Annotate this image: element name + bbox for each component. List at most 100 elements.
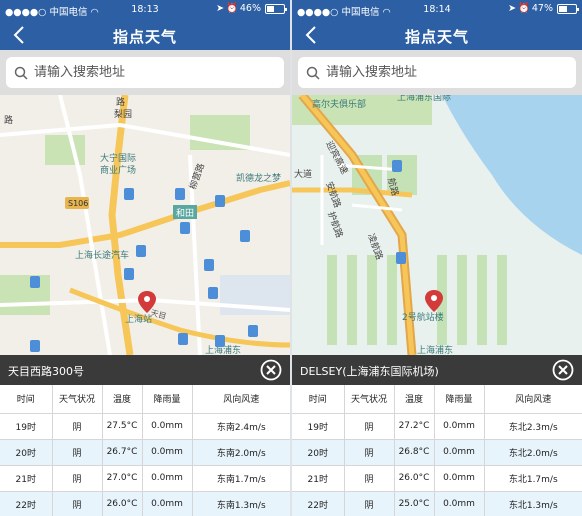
cell-temp: 25.0°C (393, 490, 434, 516)
phone-screen-left: ●●●●○ 中国电信 ◠ 18:13 ➤ ⏰ 46% 指点天气 请输入搜索地址 … (0, 0, 290, 516)
map-view[interactable]: 路 路 梨园 大宁国际 商业广场 柳营路 凯德龙之梦 S106 和田 上海长途汽… (0, 95, 290, 355)
cell-wind: 东北2.0m/s (483, 438, 582, 465)
table-header-row: 时间 天气状况 温度 降雨量 风向风速 (0, 385, 290, 414)
column-header: 降雨量 (141, 385, 192, 414)
search-input[interactable] (326, 65, 566, 80)
location-arrow-icon: ➤ (508, 3, 517, 14)
cell-time: 20时 (0, 438, 52, 465)
cell-temp: 26.8°C (393, 438, 434, 465)
map-label: 上海浦东国际 (397, 95, 451, 103)
column-header: 温度 (101, 385, 142, 414)
map-label: 路 (116, 96, 125, 108)
cell-temp: 27.0°C (101, 464, 142, 491)
cell-time: 22时 (0, 490, 52, 516)
cell-weather: 阴 (343, 412, 394, 439)
map-label: 大宁国际 (100, 152, 136, 164)
map-label: 上海浦东 (417, 344, 453, 355)
table-row: 21时 阴 26.0°C 0.0mm 东北1.7m/s (292, 464, 582, 491)
cell-wind: 东南2.0m/s (191, 438, 290, 465)
cell-temp: 27.5°C (101, 412, 142, 439)
location-arrow-icon: ➤ (216, 3, 225, 14)
cell-wind: 东南2.4m/s (191, 412, 290, 439)
map-canvas[interactable]: 路 路 梨园 大宁国际 商业广场 柳营路 凯德龙之梦 S106 和田 上海长途汽… (0, 95, 290, 355)
search-box[interactable] (6, 57, 284, 88)
map-label: 高尔夫俱乐部 (312, 98, 366, 110)
cell-temp: 26.7°C (101, 438, 142, 465)
map-label: 梨园 (114, 108, 132, 120)
cell-temp: 27.2°C (393, 412, 434, 439)
map-label: 2号航站楼 (402, 311, 444, 323)
location-bar: 天目西路300号 (0, 355, 290, 385)
table-row: 20时 阴 26.7°C 0.0mm 东南2.0m/s (0, 438, 290, 465)
weather-table: 时间 天气状况 温度 降雨量 风向风速 19时 阴 27.2°C 0.0mm 东… (292, 385, 582, 516)
cell-weather: 阴 (51, 412, 102, 439)
status-bar: ●●●●○ 中国电信 ◠ 18:14 ➤ ⏰ 47% (292, 0, 582, 20)
table-row: 22时 阴 26.0°C 0.0mm 东南1.3m/s (0, 490, 290, 516)
table-row: 20时 阴 26.8°C 0.0mm 东北2.0m/s (292, 438, 582, 465)
column-header: 天气状况 (343, 385, 394, 414)
table-row: 19时 阴 27.5°C 0.0mm 东南2.4m/s (0, 412, 290, 439)
search-area (292, 50, 582, 95)
cell-time: 19时 (0, 412, 52, 439)
cell-time: 21时 (292, 464, 344, 491)
cell-time: 21时 (0, 464, 52, 491)
table-header-row: 时间 天气状况 温度 降雨量 风向风速 (292, 385, 582, 414)
cell-weather: 阴 (343, 438, 394, 465)
page-title: 指点天气 (404, 28, 469, 46)
cell-rain: 0.0mm (433, 438, 484, 465)
weather-table: 时间 天气状况 温度 降雨量 风向风速 19时 阴 27.5°C 0.0mm 东… (0, 385, 290, 516)
cell-rain: 0.0mm (433, 490, 484, 516)
battery-icon (557, 3, 579, 14)
close-circle-icon[interactable] (552, 359, 574, 381)
column-header: 时间 (292, 385, 344, 414)
map-canvas[interactable]: 上海浦东国际 高尔夫俱乐部 迎宾高速 大道 安航路 航路 护航路 凌航路 2号航… (292, 95, 582, 355)
column-header: 降雨量 (433, 385, 484, 414)
column-header: 温度 (393, 385, 434, 414)
cell-rain: 0.0mm (141, 412, 192, 439)
map-label: 上海长途汽车 (75, 249, 129, 261)
alarm-icon: ⏰ (518, 3, 530, 14)
map-label: 大道 (294, 168, 312, 180)
table-row: 19时 阴 27.2°C 0.0mm 东北2.3m/s (292, 412, 582, 439)
battery-percent: 47% (531, 3, 553, 14)
column-header: 风向风速 (483, 385, 582, 414)
battery-percent: 46% (239, 3, 261, 14)
cell-temp: 26.0°C (393, 464, 434, 491)
close-circle-icon[interactable] (260, 359, 282, 381)
map-label: 上海站 (125, 313, 152, 325)
cell-wind: 东北1.3m/s (483, 490, 582, 516)
search-icon (306, 66, 320, 80)
navigation-bar: 指点天气 (0, 20, 290, 50)
map-label: 和田 (176, 208, 194, 219)
table-row: 22时 阴 25.0°C 0.0mm 东北1.3m/s (292, 490, 582, 516)
cell-wind: 东北1.7m/s (483, 464, 582, 491)
map-label: 商业广场 (100, 164, 136, 176)
navigation-bar: 指点天气 (292, 20, 582, 50)
search-box[interactable] (298, 57, 576, 88)
location-name: 天目西路300号 (8, 365, 84, 378)
map-label: 路 (4, 114, 13, 126)
cell-rain: 0.0mm (433, 464, 484, 491)
cell-rain: 0.0mm (141, 490, 192, 516)
cell-weather: 阴 (51, 464, 102, 491)
alarm-icon: ⏰ (226, 3, 238, 14)
map-view[interactable]: 上海浦东国际 高尔夫俱乐部 迎宾高速 大道 安航路 航路 护航路 凌航路 2号航… (292, 95, 582, 355)
cell-time: 22时 (292, 490, 344, 516)
cell-weather: 阴 (343, 464, 394, 491)
park-area (45, 135, 85, 165)
search-input[interactable] (34, 65, 274, 80)
location-name: DELSEY(上海浦东国际机场) (300, 365, 439, 378)
cell-rain: 0.0mm (433, 412, 484, 439)
column-header: 天气状况 (51, 385, 102, 414)
cell-rain: 0.0mm (141, 438, 192, 465)
cell-weather: 阴 (51, 438, 102, 465)
column-header: 时间 (0, 385, 52, 414)
cell-wind: 东南1.3m/s (191, 490, 290, 516)
search-icon (14, 66, 28, 80)
park-area (0, 275, 50, 315)
phone-screen-right: ●●●●○ 中国电信 ◠ 18:14 ➤ ⏰ 47% 指点天气 请输入搜索地址 … (292, 0, 582, 516)
cell-temp: 26.0°C (101, 490, 142, 516)
location-bar: DELSEY(上海浦东国际机场) (292, 355, 582, 385)
status-bar: ●●●●○ 中国电信 ◠ 18:13 ➤ ⏰ 46% (0, 0, 290, 20)
cell-weather: 阴 (343, 490, 394, 516)
